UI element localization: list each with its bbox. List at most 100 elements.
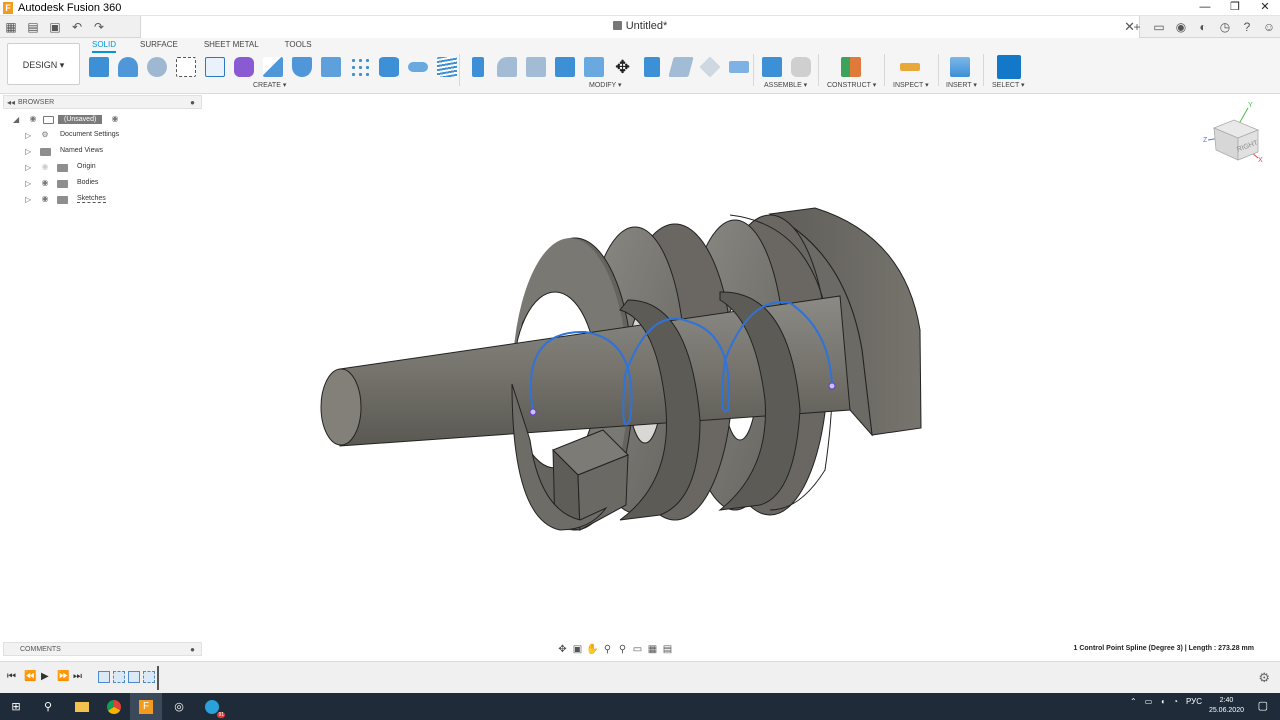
split-face-icon[interactable]: [666, 54, 695, 80]
wifi-icon[interactable]: ◔: [1173, 697, 1178, 706]
language-indicator[interactable]: РУС: [1186, 697, 1202, 706]
spline-end-point[interactable]: [828, 382, 836, 390]
chamfer-icon[interactable]: [521, 54, 550, 80]
app-icon[interactable]: ◎: [163, 693, 195, 720]
sketch-dimension-icon[interactable]: [200, 54, 229, 80]
spline-start-point[interactable]: [529, 408, 537, 416]
chrome-icon[interactable]: [98, 693, 130, 720]
save-icon[interactable]: ▣: [44, 20, 66, 34]
split-body-icon[interactable]: [695, 54, 724, 80]
extensions-icon[interactable]: ◉: [1170, 20, 1192, 34]
visibility-eye-icon[interactable]: ◉: [40, 178, 50, 188]
expand-arrow-icon[interactable]: ▷: [25, 195, 31, 204]
grid-icon[interactable]: ▦: [0, 20, 22, 34]
look-at-icon[interactable]: ▣: [570, 644, 585, 655]
timeline-first-icon[interactable]: ⏮: [7, 671, 16, 682]
select-menu[interactable]: SELECT ▾: [992, 81, 1025, 89]
timeline-marker[interactable]: [157, 666, 159, 690]
measure-icon[interactable]: [895, 54, 924, 80]
sketch-rectangle-icon[interactable]: [171, 54, 200, 80]
expand-arrow-icon[interactable]: ◢: [13, 115, 19, 124]
tab-tools[interactable]: TOOLS: [285, 40, 312, 53]
clock[interactable]: 2:40 25.06.2020: [1209, 696, 1244, 716]
timeline-next-icon[interactable]: ⏩: [57, 671, 69, 682]
expand-arrow-icon[interactable]: ▷: [25, 179, 31, 188]
gear-icon[interactable]: ⚙: [1258, 670, 1270, 686]
loft-icon[interactable]: [287, 54, 316, 80]
new-component-icon[interactable]: [84, 54, 113, 80]
move-copy-icon[interactable]: ✥: [608, 54, 637, 80]
timeline-play-icon[interactable]: ▶: [41, 671, 49, 682]
maximize-button[interactable]: ❐: [1220, 0, 1250, 15]
comments-panel[interactable]: COMMENTS ●: [3, 642, 202, 656]
tab-surface[interactable]: SURFACE: [140, 40, 178, 53]
visibility-eye-icon[interactable]: ◉: [40, 194, 50, 204]
tree-item-named-views[interactable]: ▷ Named Views: [3, 144, 202, 160]
pan-icon[interactable]: ✋: [585, 644, 600, 655]
pipe-icon[interactable]: [403, 54, 432, 80]
notification-icon[interactable]: ▢: [1258, 699, 1268, 712]
close-window-button[interactable]: ✕: [1250, 0, 1280, 15]
shell-icon[interactable]: [550, 54, 579, 80]
history-icon[interactable]: ◐: [1192, 20, 1214, 34]
account-icon[interactable]: ☺: [1258, 20, 1280, 34]
redo-icon[interactable]: ↷: [88, 20, 110, 34]
document-tab[interactable]: Untitled* ✕: [140, 16, 1140, 38]
viewcube[interactable]: RIGHT Y Z X: [1200, 100, 1268, 166]
timeline-feature-sketch-2[interactable]: [143, 671, 155, 683]
tree-item-origin[interactable]: ▷ ◉ Origin: [3, 160, 202, 176]
search-icon[interactable]: ⚲: [32, 693, 64, 720]
speaker-icon[interactable]: ◖: [1160, 697, 1165, 706]
create-menu[interactable]: CREATE ▾: [253, 81, 286, 89]
minimize-button[interactable]: —: [1190, 0, 1220, 15]
expand-arrow-icon[interactable]: ▷: [25, 131, 31, 140]
sweep-icon[interactable]: [316, 54, 345, 80]
visibility-eye-icon[interactable]: ◉: [28, 114, 38, 124]
expand-arrow-icon[interactable]: ▷: [25, 163, 31, 172]
job-status-icon[interactable]: ▭: [1148, 20, 1170, 34]
insert-image-icon[interactable]: [945, 54, 974, 80]
timeline-prev-icon[interactable]: ⏪: [24, 671, 36, 682]
orbit-icon[interactable]: ✥: [555, 644, 570, 655]
viewports-icon[interactable]: ▤: [660, 644, 675, 655]
fillet-icon[interactable]: [492, 54, 521, 80]
workspace-switcher[interactable]: DESIGN ▾: [7, 43, 80, 85]
tab-sheet-metal[interactable]: SHEET METAL: [204, 40, 259, 53]
collapse-icon[interactable]: ◂◂: [4, 98, 18, 107]
revolve-icon[interactable]: [258, 54, 287, 80]
tab-solid[interactable]: SOLID: [92, 40, 117, 53]
zoom-icon[interactable]: ⚲: [600, 644, 615, 655]
align-icon[interactable]: [637, 54, 666, 80]
visibility-eye-icon[interactable]: ◉: [40, 162, 50, 172]
expand-arrow-icon[interactable]: ▷: [25, 147, 31, 156]
scale-icon[interactable]: [724, 54, 753, 80]
undo-icon[interactable]: ↶: [66, 20, 88, 34]
timeline-feature-coil[interactable]: [98, 671, 110, 683]
extrude-icon[interactable]: [142, 54, 171, 80]
insert-menu[interactable]: INSERT ▾: [946, 81, 977, 89]
new-component-assemble-icon[interactable]: [757, 54, 786, 80]
start-icon[interactable]: ⊞: [0, 693, 32, 720]
offset-plane-icon[interactable]: [836, 54, 865, 80]
coil-icon[interactable]: [432, 54, 461, 80]
inspect-menu[interactable]: INSPECT ▾: [893, 81, 929, 89]
tray-up-icon[interactable]: ⌃: [1130, 697, 1137, 706]
telegram-icon[interactable]: 91: [196, 693, 228, 720]
press-pull-icon[interactable]: [463, 54, 492, 80]
pin-icon[interactable]: ●: [190, 98, 195, 107]
pattern-icon[interactable]: [345, 54, 374, 80]
battery-icon[interactable]: ▭: [1145, 697, 1153, 706]
activate-radio-icon[interactable]: ◉: [110, 114, 120, 124]
tree-root[interactable]: ◢ ◉ (Unsaved) ◉: [3, 112, 202, 128]
browser-header[interactable]: ◂◂ BROWSER ●: [3, 95, 202, 109]
pin-icon[interactable]: ●: [190, 643, 195, 656]
file-icon[interactable]: ▤: [22, 20, 44, 34]
joint-icon[interactable]: [786, 54, 815, 80]
file-explorer-icon[interactable]: [66, 693, 98, 720]
display-settings-icon[interactable]: ▭: [630, 644, 645, 655]
form-icon[interactable]: [229, 54, 258, 80]
fit-icon[interactable]: ⚲: [615, 644, 630, 655]
timeline-feature-body[interactable]: [128, 671, 140, 683]
plus-icon[interactable]: +: [1126, 20, 1148, 34]
create-sketch-icon[interactable]: [113, 54, 142, 80]
